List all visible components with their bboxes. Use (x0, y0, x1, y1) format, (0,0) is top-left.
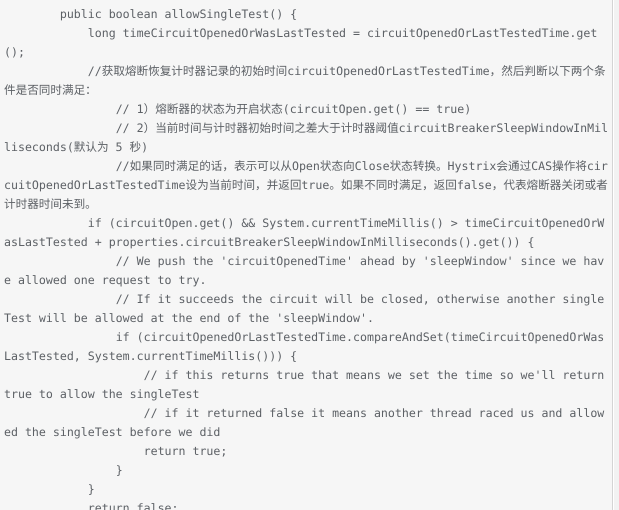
code-snippet-container: public boolean allowSingleTest() { long … (0, 0, 613, 510)
code-snippet-text: public boolean allowSingleTest() { long … (4, 7, 609, 510)
code-right-margin (614, 0, 619, 510)
